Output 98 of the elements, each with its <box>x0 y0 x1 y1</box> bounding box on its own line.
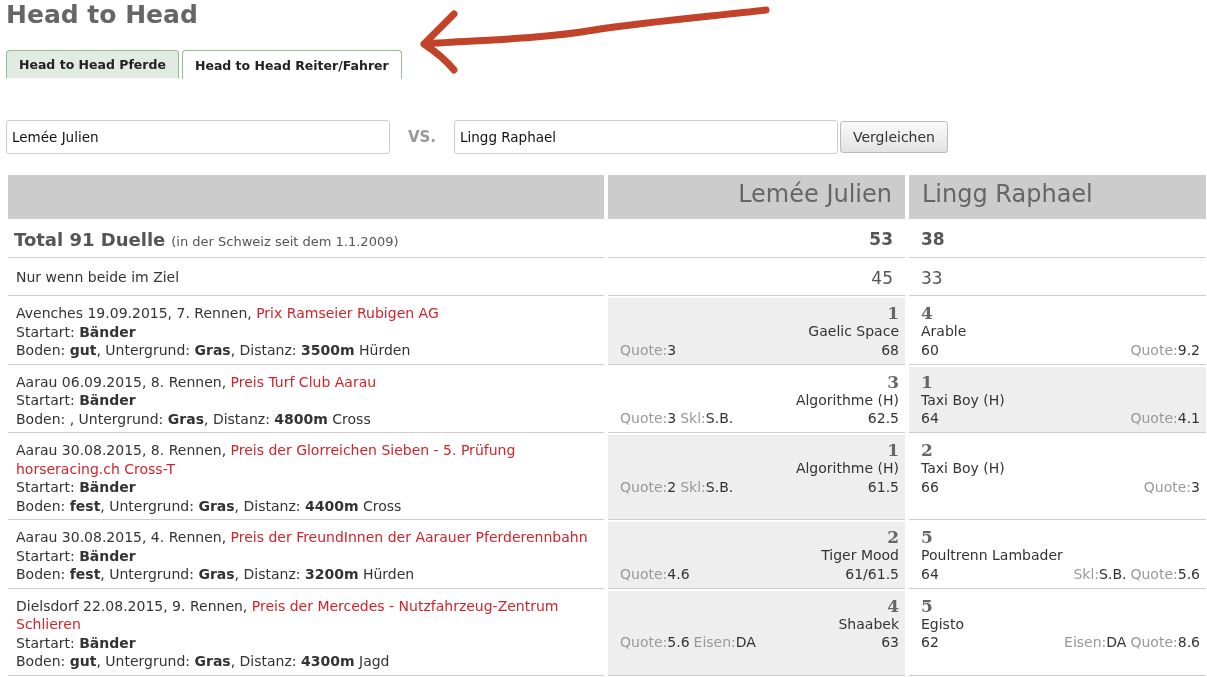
stat-label: Quote: <box>620 341 668 358</box>
stat-label: Quote: <box>1130 565 1178 582</box>
stat-value: 5.6 <box>667 634 690 650</box>
stat-value: S.B. <box>705 478 734 495</box>
horse-name: Taxi Boy (H) <box>921 459 1006 478</box>
finished-label: Nur wenn beide im Ziel <box>8 260 604 296</box>
race-link[interactable]: Preis der FreundInnen der Aarauer Pferderennbahn <box>230 529 588 545</box>
stat-label: Eisen: <box>1064 634 1107 650</box>
start-info: Startart: Bänder <box>16 478 137 497</box>
race-link[interactable]: Preis Turf Club Aarau <box>230 373 377 390</box>
race-venue: Dielsdorf 22.08.2015, 9. Rennen, <box>16 597 248 614</box>
start-info: Startart: Bänder <box>16 322 137 341</box>
place-number: 4 <box>886 596 899 615</box>
start-info: Startart: Bänder <box>16 633 137 652</box>
race-venue: Avenches 19.09.2015, 7. Rennen, <box>16 305 252 321</box>
rider-input[interactable]: Lemée Julien <box>6 120 390 154</box>
stat-value: 3 <box>1191 478 1200 495</box>
weight: 64 <box>921 564 939 583</box>
stat-label: Skl: <box>680 478 706 495</box>
place-number: 2 <box>886 528 899 546</box>
stat-value: 2 <box>667 478 677 495</box>
header-cell: Lingg Raphael <box>909 175 1206 219</box>
compare-button[interactable]: Vergleichen <box>840 121 948 153</box>
stat-value: 3 <box>667 410 677 426</box>
stat-label: Skl: <box>1073 565 1100 582</box>
stat-label: Quote: <box>620 410 668 426</box>
place-number: 4 <box>921 304 934 322</box>
stat-value: S.B. <box>705 410 734 426</box>
place-number: 2 <box>921 441 934 459</box>
race-link[interactable]: Schlieren <box>16 616 81 632</box>
place-number: 1 <box>921 372 934 391</box>
horse-name: Egisto <box>921 614 965 633</box>
total-count: 38 <box>909 221 1206 258</box>
race-link[interactable]: horseracing.ch Cross-T <box>16 460 175 477</box>
place-number: 1 <box>886 304 899 322</box>
total-count: 53 <box>608 221 905 258</box>
stat-value: 9.2 <box>1177 341 1200 358</box>
place-number: 5 <box>921 596 934 615</box>
place-number: 5 <box>921 528 934 546</box>
race-venue: Aarau 30.08.2015, 8. Rennen, <box>16 442 227 458</box>
ground-info: Boden: , Untergrund: Gras, Distanz: 4800m Cross <box>16 409 372 428</box>
stat-value: DA <box>735 634 756 650</box>
horse-name: Gaelic Space <box>807 322 899 341</box>
weight: 64 <box>921 409 939 428</box>
vs-label: VS. <box>406 128 438 146</box>
page-title: Head to Head <box>5 0 199 31</box>
horse-name: Taxi Boy (H) <box>921 390 1006 409</box>
stat-value: 4.1 <box>1177 410 1200 426</box>
total-note: (in der Schweiz seit dem 1.1.2009) <box>171 234 399 249</box>
place-number: 1 <box>886 441 899 459</box>
horse-name: Algorithme (H) <box>794 459 899 478</box>
race-link[interactable]: Preis der Glorreichen Sieben - 5. Prüfung <box>230 442 516 458</box>
stat-label: Quote: <box>620 565 668 582</box>
weight: 66 <box>921 477 939 496</box>
stat-label: Quote: <box>1130 341 1178 358</box>
total-label: Total 91 Duelle <box>14 229 166 250</box>
stat-label: Quote: <box>1130 410 1178 426</box>
finished-count: 33 <box>909 260 1206 296</box>
weight: 60 <box>921 340 939 359</box>
horse-name: Tiger Mood <box>820 546 899 565</box>
stat-label: Quote: <box>620 478 668 495</box>
race-venue: Aarau 06.09.2015, 8. Rennen, <box>16 373 227 390</box>
header-cell: Lemée Julien <box>608 175 905 219</box>
horse-name: Shaabek <box>837 614 899 633</box>
race-venue: Aarau 30.08.2015, 4. Rennen, <box>16 529 227 545</box>
stat-label: Quote: <box>1130 634 1178 650</box>
stat-value: 4.6 <box>667 565 690 582</box>
start-info: Startart: Bänder <box>16 391 137 410</box>
stat-label: Skl: <box>680 410 706 426</box>
finished-count: 45 <box>608 260 905 296</box>
start-info: Startart: Bänder <box>16 546 137 565</box>
stat-label: Eisen: <box>693 634 736 650</box>
weight: 61/61.5 <box>845 564 899 583</box>
ground-info: Boden: gut, Untergrund: Gras, Distanz: 4300m Jagd <box>16 652 391 671</box>
place-number: 3 <box>886 372 899 391</box>
stat-value: DA <box>1106 634 1127 650</box>
weight: 62 <box>921 633 939 652</box>
ground-info: Boden: gut, Untergrund: Gras, Distanz: 3500m Hürden <box>16 341 412 360</box>
rider-input[interactable]: Lingg Raphael <box>454 120 838 154</box>
weight: 61.5 <box>867 477 899 496</box>
weight: 62.5 <box>867 409 899 428</box>
stat-value: 8.6 <box>1177 634 1200 650</box>
tab[interactable]: Head to Head Reiter/Fahrer <box>181 50 402 79</box>
race-link[interactable]: Preis der Mercedes - Nutzfahrzeug-Zentrum <box>251 597 559 614</box>
horse-name: Poultrenn Lambader <box>921 546 1064 565</box>
stat-label: Quote: <box>1143 478 1192 495</box>
horse-name: Arable <box>921 322 968 341</box>
stat-value: 3 <box>667 341 677 358</box>
stat-label: Quote: <box>620 634 668 650</box>
ground-info: Boden: fest, Untergrund: Gras, Distanz: 3200m Hürden <box>16 565 416 584</box>
weight: 68 <box>881 340 899 359</box>
stat-value: 5.6 <box>1177 565 1200 582</box>
weight: 63 <box>881 633 899 652</box>
ground-info: Boden: fest, Untergrund: Gras, Distanz: 4400m Cross <box>16 496 403 515</box>
tab[interactable]: Head to Head Pferde <box>6 50 179 78</box>
race-link[interactable]: Prix Ramseier Rubigen AG <box>256 305 439 321</box>
horse-name: Algorithme (H) <box>794 390 899 409</box>
stat-value: S.B. <box>1099 565 1127 582</box>
